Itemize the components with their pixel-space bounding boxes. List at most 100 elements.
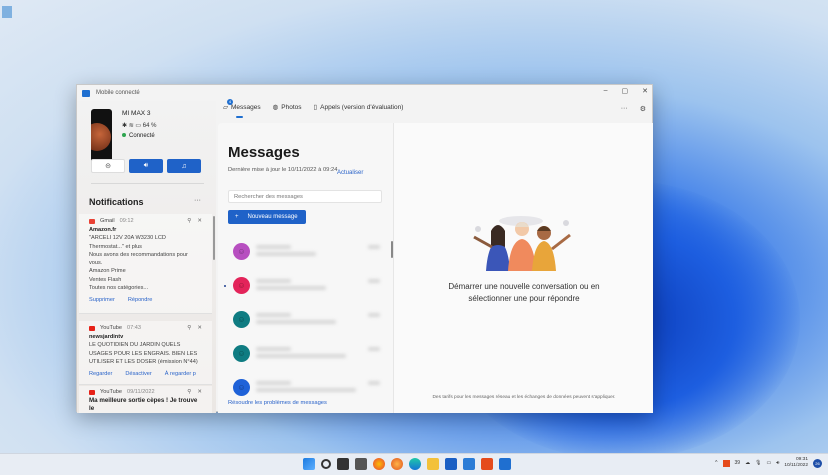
microphone-icon[interactable]: 🎙︎ bbox=[755, 460, 761, 466]
watch-later-link[interactable]: À regarder p bbox=[165, 370, 196, 378]
pin-icon[interactable]: ⚲ bbox=[187, 324, 191, 332]
more-options-button[interactable]: ··· bbox=[621, 105, 628, 113]
volume-icon[interactable]: 🔊︎ bbox=[776, 460, 779, 466]
refresh-link[interactable]: Actualiser bbox=[337, 170, 363, 176]
mail-icon[interactable] bbox=[463, 458, 475, 470]
notification-time: 07:43 bbox=[126, 324, 141, 331]
delete-link[interactable]: Supprimer bbox=[89, 296, 115, 304]
dismiss-icon[interactable]: ✕ bbox=[197, 324, 202, 332]
window-title: Mobile connecté bbox=[96, 90, 140, 96]
contact-avatar-icon: ☺ bbox=[233, 243, 250, 260]
tray-count[interactable]: 39 bbox=[735, 460, 741, 466]
notification-sender: Amazon.fr bbox=[89, 227, 117, 233]
start-icon[interactable] bbox=[303, 458, 315, 470]
device-name: MI MAX 3 bbox=[122, 110, 151, 117]
dismiss-icon[interactable]: ✕ bbox=[197, 388, 202, 396]
contact-name-redacted bbox=[256, 347, 291, 351]
conversation-item[interactable]: ☺ bbox=[218, 269, 393, 303]
notifications-heading: Notifications bbox=[89, 197, 144, 207]
notification-line: USAGES POUR LES ENGRAIS. BIEN LES bbox=[89, 350, 198, 357]
office-icon[interactable] bbox=[481, 458, 493, 470]
settings-gear-icon[interactable]: ⚙ bbox=[640, 105, 646, 113]
contact-avatar-icon: ☺ bbox=[233, 277, 250, 294]
notification-time: 09:12 bbox=[119, 217, 134, 224]
maximize-button[interactable]: ▢ bbox=[622, 87, 629, 95]
connected-dot-icon bbox=[122, 133, 126, 137]
chrome-icon[interactable] bbox=[373, 458, 385, 470]
do-not-disturb-icon: ⊝ bbox=[105, 163, 111, 170]
audio-button[interactable]: 🔊︎ bbox=[129, 159, 163, 173]
reply-link[interactable]: Répondre bbox=[128, 296, 153, 304]
app-logo-icon bbox=[82, 89, 90, 97]
message-preview-redacted bbox=[256, 320, 336, 324]
notifications-scrollbar[interactable] bbox=[213, 216, 215, 260]
message-preview-redacted bbox=[256, 354, 346, 358]
pin-icon[interactable]: ⚲ bbox=[187, 388, 191, 396]
empty-state-prompt: Démarrer une nouvelle conversation ou en… bbox=[448, 282, 600, 303]
tray-app-icon[interactable] bbox=[722, 459, 730, 467]
recycle-bin-icon[interactable] bbox=[0, 4, 14, 34]
pin-icon[interactable]: ⚲ bbox=[187, 217, 191, 225]
onedrive-icon[interactable]: ☁ bbox=[745, 460, 750, 466]
clock[interactable]: 09:31 10/11/2022 bbox=[784, 457, 808, 469]
notification-line: Amazon Prime bbox=[89, 268, 126, 275]
message-time-redacted bbox=[368, 279, 380, 283]
message-preview-redacted bbox=[256, 286, 326, 290]
message-preview-redacted bbox=[256, 388, 356, 392]
disable-link[interactable]: Désactiver bbox=[125, 370, 151, 378]
taskbar: ^ 39 ☁ 🎙︎ ▭ 🔊︎ 09:31 10/11/2022 26 bbox=[0, 453, 828, 475]
gmail-icon bbox=[89, 218, 95, 224]
message-time-redacted bbox=[368, 245, 380, 249]
tab-label: Appels (version d'évaluation) bbox=[320, 103, 404, 111]
clock-time: 09:31 bbox=[795, 457, 808, 462]
contact-name-redacted bbox=[256, 313, 291, 317]
firefox-icon[interactable] bbox=[391, 458, 403, 470]
message-time-redacted bbox=[368, 313, 380, 317]
last-updated: Dernière mise à jour le 10/11/2022 à 09:… bbox=[228, 167, 338, 173]
conversation-detail-pane: Démarrer une nouvelle conversation ou en… bbox=[393, 123, 653, 413]
notification-card[interactable]: Gmail 09:12 ⚲ ✕ Amazon.fr "ARCELI 12V 20A W… bbox=[79, 214, 212, 314]
dnd-button[interactable]: ⊝ bbox=[91, 159, 125, 173]
display-icon[interactable]: ▭ bbox=[766, 460, 771, 466]
clock-date: 10/11/2022 bbox=[784, 463, 808, 468]
contact-name-redacted bbox=[256, 245, 291, 249]
phone-keypad-icon: ▯ bbox=[313, 104, 318, 111]
edge-icon[interactable] bbox=[409, 458, 421, 470]
contact-avatar-icon: ☺ bbox=[233, 311, 250, 328]
dismiss-icon[interactable]: ✕ bbox=[197, 217, 202, 225]
file-explorer-icon[interactable] bbox=[427, 458, 439, 470]
notification-card[interactable]: YouTube 07:43 ⚲ ✕ newsjardintv LE QUOTIDIEN… bbox=[79, 321, 212, 385]
widgets-icon[interactable] bbox=[355, 458, 367, 470]
watch-link[interactable]: Regarder bbox=[89, 370, 112, 378]
music-button[interactable]: ♫ bbox=[167, 159, 201, 173]
phone-link-window: Mobile connecté – ▢ ✕ MI MAX 3 ✱ ≋ ▭ 64 % … bbox=[76, 84, 653, 413]
contact-avatar-icon: ☺ bbox=[233, 345, 250, 362]
title-bar: Mobile connecté bbox=[77, 85, 652, 101]
conversation-item[interactable]: ☺ bbox=[218, 235, 393, 269]
store-icon[interactable] bbox=[445, 458, 457, 470]
tab-photos[interactable]: ◍ Photos bbox=[273, 103, 302, 112]
speaker-icon: 🔊︎ bbox=[143, 162, 149, 169]
task-view-icon[interactable] bbox=[337, 458, 349, 470]
new-message-label: Nouveau message bbox=[247, 214, 298, 220]
notification-line: Thermostat..." et plus bbox=[89, 243, 142, 250]
phone-link-icon[interactable] bbox=[499, 458, 511, 470]
tab-messages[interactable]: ▱ 4 Messages bbox=[223, 99, 261, 118]
new-message-button[interactable]: + Nouveau message bbox=[228, 210, 306, 224]
message-time-redacted bbox=[368, 381, 380, 385]
conversation-item[interactable]: ☺ bbox=[218, 337, 393, 371]
tab-calls[interactable]: ▯ Appels (version d'évaluation) bbox=[313, 103, 404, 112]
search-icon[interactable] bbox=[321, 459, 331, 469]
minimize-button[interactable]: – bbox=[604, 87, 608, 95]
notification-card[interactable]: YouTube 09/11/2022 ⚲ ✕ Ma meilleure sortie … bbox=[79, 386, 212, 413]
notification-line: UTILISER ET LES DOSER (émission N°44) bbox=[89, 358, 198, 365]
chevron-up-icon[interactable]: ^ bbox=[715, 460, 717, 466]
search-messages-input[interactable]: Rechercher des messages bbox=[228, 190, 382, 203]
troubleshoot-link[interactable]: Résoudre les problèmes de messages bbox=[228, 400, 327, 406]
notification-time: 09/11/2022 bbox=[126, 388, 155, 395]
tab-bar: ▱ 4 Messages ◍ Photos ▯ Appels (version d'év… bbox=[223, 99, 404, 118]
notifications-more-button[interactable]: ··· bbox=[194, 197, 201, 204]
conversation-item[interactable]: ☺ bbox=[218, 303, 393, 337]
close-button[interactable]: ✕ bbox=[642, 87, 648, 95]
notification-center-badge[interactable]: 26 bbox=[813, 458, 822, 468]
